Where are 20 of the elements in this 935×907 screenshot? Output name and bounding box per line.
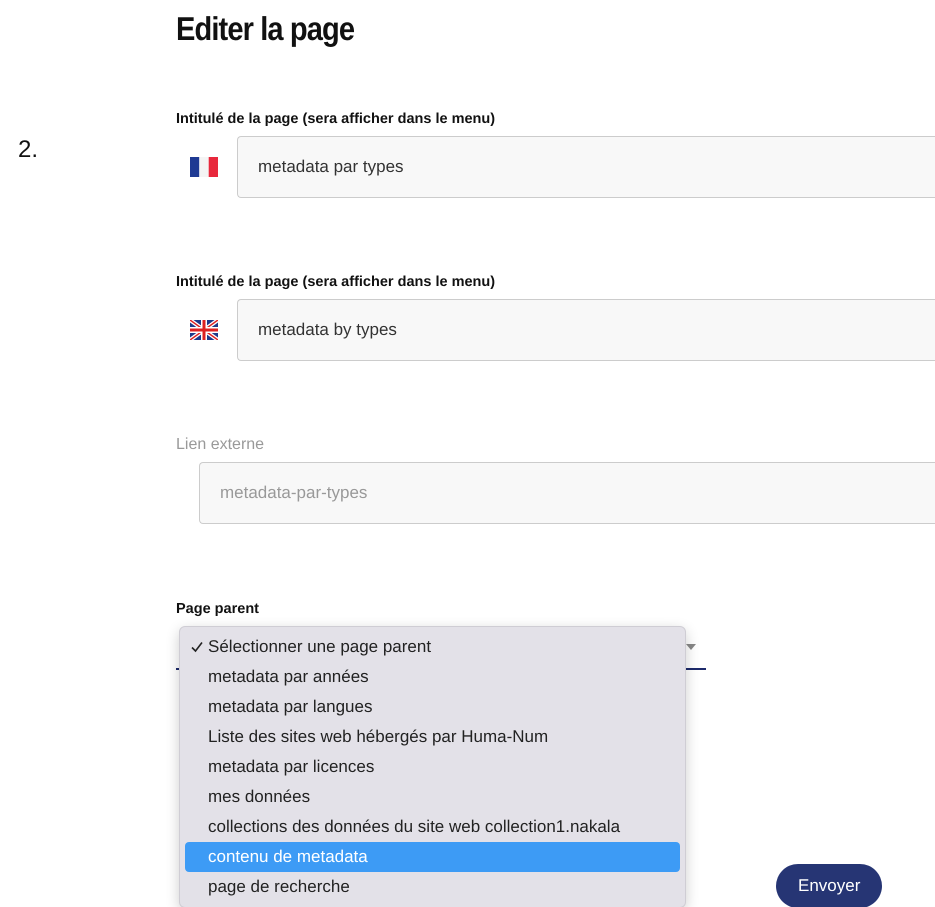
field-label: Intitulé de la page (sera afficher dans le menu) [176, 111, 496, 127]
dropdown-option[interactable]: metadata par licences [185, 752, 680, 782]
text-field[interactable]: metadata par types [237, 136, 935, 198]
french-flag-icon [190, 157, 218, 177]
page-title: Editer la page [176, 10, 354, 48]
dropdown-option[interactable]: metadata par langues [185, 692, 680, 722]
dropdown-option[interactable]: Liste des sites web hébergés par Huma-Num [185, 722, 680, 752]
step-number: 2. [18, 136, 38, 164]
dropdown-option[interactable]: collections des données du site web collection1.nakala [185, 812, 680, 842]
field-label: Lien externe [176, 436, 264, 454]
text-field[interactable]: metadata by types [237, 299, 935, 361]
dropdown-option[interactable]: mes données [185, 782, 680, 812]
caret-icon [686, 644, 696, 650]
submit-button[interactable]: Envoyer [776, 864, 882, 907]
dropdown-option[interactable]: Sélectionner une page parent [185, 632, 680, 662]
field-label: Page parent [176, 601, 259, 617]
dropdown-option[interactable]: page de recherche [185, 872, 680, 902]
dropdown-option[interactable]: metadata par années [185, 662, 680, 692]
field-label: Intitulé de la page (sera afficher dans le menu) [176, 274, 496, 290]
british-flag-icon [190, 320, 218, 340]
